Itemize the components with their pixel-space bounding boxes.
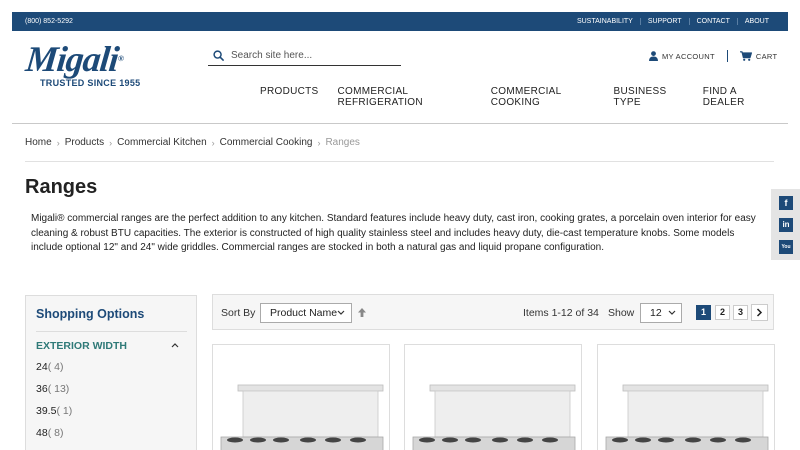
user-icon xyxy=(649,51,658,61)
page-title: Ranges xyxy=(25,176,98,198)
filter-option[interactable]: 48( 8) xyxy=(36,427,63,439)
page-3-button[interactable]: 3 xyxy=(733,305,748,320)
search-bar xyxy=(208,46,401,66)
breadcrumb-current: Ranges xyxy=(325,137,360,148)
breadcrumb-commercial-cooking[interactable]: Commercial Cooking xyxy=(220,137,313,148)
chevron-down-icon xyxy=(668,310,676,315)
breadcrumb-divider xyxy=(25,161,774,162)
my-account-label: MY ACCOUNT xyxy=(662,51,715,61)
main-nav: PRODUCTS COMMERCIAL REFRIGERATION COMMER… xyxy=(260,86,788,108)
logo-tagline: TRUSTED SINCE 1955 xyxy=(40,78,141,88)
shopping-options-title: Shopping Options xyxy=(36,307,145,321)
chevron-up-icon xyxy=(171,343,179,348)
social-bar: f in You xyxy=(771,189,800,260)
logo[interactable]: Migali® TRUSTED SINCE 1955 xyxy=(23,39,161,88)
sort-direction-arrow-icon[interactable] xyxy=(357,307,367,318)
show-label: Show xyxy=(608,307,635,319)
nav-products[interactable]: PRODUCTS xyxy=(260,86,319,108)
chevron-right-icon: › xyxy=(109,137,113,148)
breadcrumb-home[interactable]: Home xyxy=(25,137,52,148)
filter-option[interactable]: 39.5( 1) xyxy=(36,405,72,417)
link-sustainability[interactable]: SUSTAINABILITY xyxy=(570,18,640,25)
category-description: Migali® commercial ranges are the perfec… xyxy=(31,213,756,253)
nav-commercial-cooking[interactable]: COMMERCIAL COOKING xyxy=(491,86,595,108)
my-account-link[interactable]: MY ACCOUNT xyxy=(649,51,715,61)
filter-exterior-width[interactable]: EXTERIOR WIDTH xyxy=(36,340,187,352)
search-input[interactable] xyxy=(231,50,391,61)
chevron-down-icon xyxy=(337,310,345,315)
site-header: Migali® TRUSTED SINCE 1955 MY ACCOUNT CA… xyxy=(12,31,788,124)
items-count: Items 1-12 of 34 xyxy=(523,307,599,319)
cart-label: CART xyxy=(755,51,778,61)
page-1-button[interactable]: 1 xyxy=(696,305,711,320)
product-card[interactable] xyxy=(212,344,390,450)
cart-icon xyxy=(739,51,752,61)
filter-title: EXTERIOR WIDTH xyxy=(36,340,127,352)
linkedin-icon[interactable]: in xyxy=(779,218,793,232)
product-toolbar: Sort By Product Name Items 1-12 of 34 Sh… xyxy=(212,294,774,330)
logo-wordmark: Migali® xyxy=(23,39,124,79)
facebook-icon[interactable]: f xyxy=(779,196,793,210)
link-support[interactable]: SUPPORT xyxy=(639,18,689,25)
chevron-right-icon: › xyxy=(211,137,215,148)
range-product-image xyxy=(605,384,769,450)
top-links: SUSTAINABILITY SUPPORT CONTACT ABOUT xyxy=(570,18,776,25)
sort-select[interactable]: Product Name xyxy=(260,303,352,323)
chevron-right-icon: › xyxy=(317,137,321,148)
product-card[interactable] xyxy=(404,344,582,450)
chevron-right-icon: › xyxy=(56,137,60,148)
page-2-button[interactable]: 2 xyxy=(715,305,730,320)
nav-business-type[interactable]: BUSINESS TYPE xyxy=(614,86,684,108)
breadcrumb: Home › Products › Commercial Kitchen › C… xyxy=(25,137,360,148)
next-page-button[interactable] xyxy=(751,304,768,321)
nav-find-a-dealer[interactable]: FIND A DEALER xyxy=(703,86,769,108)
limiter-value: 12 xyxy=(650,307,662,319)
breadcrumb-commercial-kitchen[interactable]: Commercial Kitchen xyxy=(117,137,206,148)
phone-number[interactable]: (800) 852-5292 xyxy=(25,18,73,25)
limiter-select[interactable]: 12 xyxy=(640,303,682,323)
chevron-right-icon xyxy=(756,308,763,317)
filter-option[interactable]: 24( 4) xyxy=(36,361,63,373)
sidebar-divider xyxy=(36,331,187,332)
search-icon[interactable] xyxy=(213,50,224,61)
nav-commercial-refrigeration[interactable]: COMMERCIAL REFRIGERATION xyxy=(338,86,472,108)
link-about[interactable]: ABOUT xyxy=(736,18,776,25)
product-card[interactable] xyxy=(597,344,775,450)
account-divider xyxy=(726,50,728,62)
range-product-image xyxy=(220,384,384,450)
breadcrumb-products[interactable]: Products xyxy=(65,137,104,148)
cart-link[interactable]: CART xyxy=(739,51,778,61)
top-bar: (800) 852-5292 SUSTAINABILITY SUPPORT CO… xyxy=(12,12,788,31)
sort-value: Product Name xyxy=(270,307,338,319)
youtube-icon[interactable]: You xyxy=(779,240,793,254)
sort-by-label: Sort By xyxy=(221,307,256,319)
account-area: MY ACCOUNT CART xyxy=(649,50,777,62)
range-product-image xyxy=(412,384,576,450)
shopping-options: Shopping Options EXTERIOR WIDTH 24( 4) 3… xyxy=(25,295,197,450)
link-contact[interactable]: CONTACT xyxy=(688,18,737,25)
filter-option[interactable]: 36( 13) xyxy=(36,383,69,395)
